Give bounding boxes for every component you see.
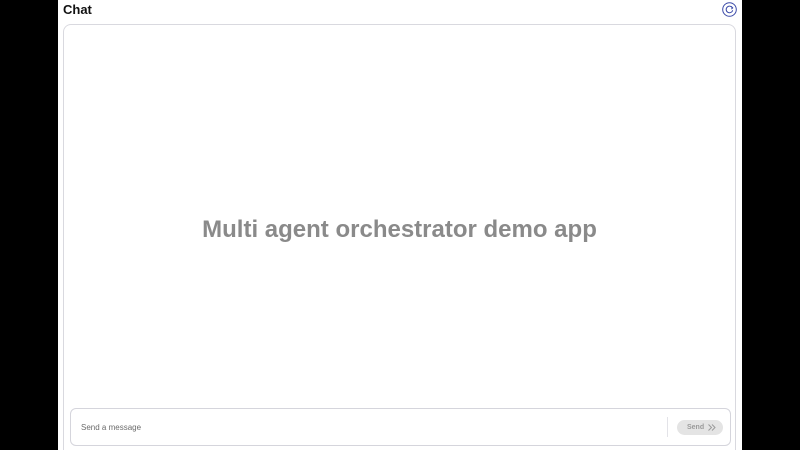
send-button[interactable]: Send xyxy=(677,420,723,435)
message-input[interactable] xyxy=(76,415,666,439)
refresh-icon xyxy=(722,2,737,17)
chat-app: Chat Multi agent orchestrator demo app S… xyxy=(58,0,742,450)
chat-panel: Multi agent orchestrator demo app Send xyxy=(63,24,736,450)
chat-header: Chat xyxy=(58,0,742,22)
send-button-label: Send xyxy=(687,424,705,431)
page-title: Chat xyxy=(63,2,92,17)
refresh-button[interactable] xyxy=(722,2,737,17)
chevron-double-right-icon xyxy=(708,424,716,431)
message-composer: Send xyxy=(70,408,731,446)
welcome-message: Multi agent orchestrator demo app xyxy=(202,216,597,243)
composer-divider xyxy=(667,417,668,437)
